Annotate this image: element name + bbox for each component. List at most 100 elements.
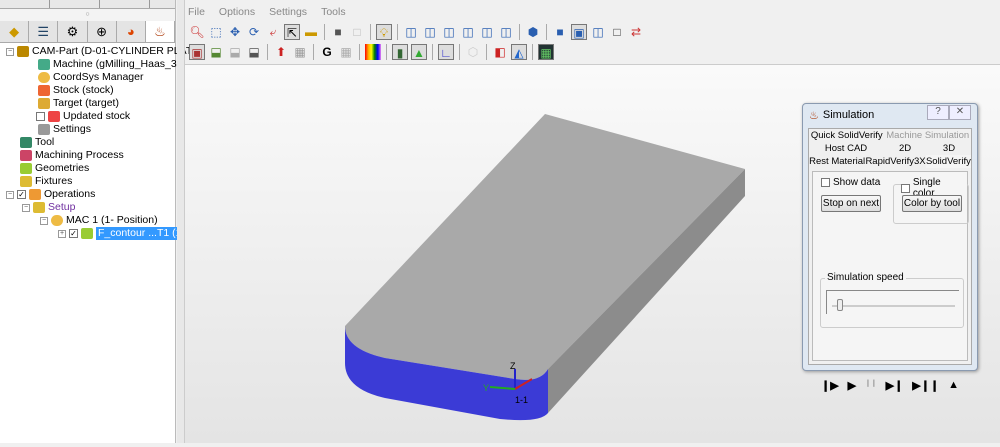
tab-tools-icon[interactable]: ⚙ — [58, 21, 88, 42]
slider-thumb[interactable] — [837, 299, 843, 311]
tab-machine-simulation[interactable]: Machine Simulation — [886, 129, 969, 142]
tree-item-machining-process[interactable]: Machining Process — [20, 149, 124, 162]
updated-stock-checkbox[interactable] — [36, 112, 45, 121]
tab-simulation-icon[interactable]: ♨ — [145, 21, 176, 42]
tree-item-coordsys[interactable]: CoordSys Manager — [38, 71, 143, 84]
zoom-icon[interactable]: 🔍︎ — [189, 24, 205, 40]
tree-item-updated-stock[interactable]: Updated stock — [36, 110, 130, 123]
zoom-window-icon[interactable]: ⬚ — [208, 24, 224, 40]
light-icon[interactable]: 💡︎ — [376, 24, 392, 40]
tab-2d[interactable]: 2D — [899, 142, 911, 155]
tree-item-geometries[interactable]: Geometries — [20, 162, 89, 175]
collapse-icon[interactable]: − — [22, 203, 30, 212]
holder-display-icon[interactable]: ▲ — [411, 44, 427, 60]
tab-host-cad[interactable]: Host CAD — [825, 142, 867, 155]
collapse-icon[interactable]: − — [40, 216, 48, 225]
red-green-icon[interactable]: ◧ — [492, 44, 508, 60]
axis-display-icon[interactable]: ∟ — [438, 44, 454, 60]
tree-item-mac[interactable]: − MAC 1 (1- Position) — [40, 214, 158, 227]
tab-solidverify[interactable]: SolidVerify — [925, 155, 971, 168]
tab-3d[interactable]: 3D — [943, 142, 955, 155]
render-shaded-edges-icon[interactable]: ▣ — [571, 24, 587, 40]
shaded-icon[interactable]: ■ — [330, 24, 346, 40]
pause-icon[interactable]: ❙❙ — [865, 379, 877, 392]
view-bottom-icon[interactable]: ◫ — [498, 24, 514, 40]
tab-cam-part-icon[interactable]: ◆ — [0, 21, 30, 42]
tree-item-tool[interactable]: Tool — [20, 136, 54, 149]
color-spectrum-icon[interactable] — [365, 44, 381, 60]
display-box-icon[interactable]: ▣ — [189, 44, 205, 60]
render-shaded-icon[interactable]: ■ — [552, 24, 568, 40]
tree-item-operation[interactable]: + ✓ F_contour ...T1 (1) — [58, 227, 187, 240]
menu-file[interactable]: File — [188, 6, 205, 22]
tree-item-setup[interactable]: − Setup — [22, 201, 75, 214]
next-operation-icon[interactable]: ▶❙ — [886, 379, 904, 392]
color-by-tool-button[interactable]: Color by tool — [902, 195, 962, 212]
panel-splitter[interactable] — [177, 0, 185, 443]
menu-tools[interactable]: Tools — [321, 6, 346, 22]
show-part-dim-icon[interactable]: ⬓ — [227, 44, 243, 60]
gcode-icon[interactable]: G — [319, 44, 335, 60]
top-tab[interactable] — [100, 0, 150, 8]
top-tab[interactable] — [0, 0, 50, 8]
play-icon[interactable]: ▶ — [848, 379, 856, 392]
speed-slider[interactable] — [826, 290, 959, 314]
stop-on-next-button[interactable]: Stop on next — [821, 195, 881, 212]
menu-settings[interactable]: Settings — [269, 6, 307, 22]
swap-icon[interactable]: ⇄ — [628, 24, 644, 40]
step-icon[interactable]: ❙▶ — [821, 379, 839, 392]
collapse-icon[interactable]: − — [6, 190, 14, 199]
help-button[interactable]: ? — [927, 105, 949, 120]
tab-rapidverify3x[interactable]: RapidVerify3X — [865, 155, 925, 168]
pan-icon[interactable]: ✥ — [227, 24, 243, 40]
panel-grip[interactable]: ○ — [0, 9, 175, 21]
tab-rest-material[interactable]: Rest Material — [809, 155, 865, 168]
checkbox-box[interactable] — [821, 178, 830, 187]
menu-options[interactable]: Options — [219, 6, 255, 22]
show-part-icon[interactable]: ⬓ — [208, 44, 224, 60]
tree-item-machine[interactable]: Machine (gMilling_Haas_3x) — [38, 58, 185, 71]
run-to-end-icon[interactable]: ▶❙❙ — [912, 379, 939, 392]
measure-icon[interactable]: ▬ — [303, 24, 319, 40]
grey-toggle-icon[interactable]: ▦ — [338, 44, 354, 60]
view-top-icon[interactable]: ◫ — [403, 24, 419, 40]
render-wire-icon[interactable]: ◫ — [590, 24, 606, 40]
render-hidden-icon[interactable]: □ — [609, 24, 625, 40]
tree-item-operations[interactable]: − ✓ Operations — [6, 188, 95, 201]
show-data-checkbox[interactable]: Show data — [821, 177, 880, 188]
tab-color-icon[interactable]: ◕ — [117, 21, 146, 42]
tree-item-cam-part[interactable]: − CAM-Part (D-01-CYLINDER PLATE) — [6, 45, 203, 58]
tree-item-target[interactable]: Target (target) — [38, 97, 119, 110]
disabled-icon[interactable]: ⬡ — [465, 44, 481, 60]
view-left-icon[interactable]: ◫ — [441, 24, 457, 40]
wireframe-icon[interactable]: □ — [349, 24, 365, 40]
tree-item-settings[interactable]: Settings — [38, 123, 91, 136]
tab-quick-solidverify[interactable]: Quick SolidVerify — [811, 129, 883, 142]
view-back-icon[interactable]: ◫ — [479, 24, 495, 40]
close-button[interactable]: ✕ — [949, 105, 971, 120]
tool-display-icon[interactable]: ▮ — [392, 44, 408, 60]
tab-list-icon[interactable]: ☰ — [29, 21, 59, 42]
operations-checkbox[interactable]: ✓ — [17, 190, 26, 199]
rotate-icon[interactable]: ⟳ — [246, 24, 262, 40]
machining-process-icon — [20, 150, 32, 161]
view-front-icon[interactable]: ◫ — [422, 24, 438, 40]
dark-panel-icon[interactable]: ▦ — [538, 44, 554, 60]
view-right-icon[interactable]: ◫ — [460, 24, 476, 40]
grey-part-icon[interactable]: ▦ — [292, 44, 308, 60]
collapse-icon[interactable]: − — [6, 47, 14, 56]
checkbox-box[interactable] — [901, 183, 910, 193]
select-icon[interactable]: ⇱ — [284, 24, 300, 40]
machine-sim-icon[interactable]: ◭ — [511, 44, 527, 60]
tree-item-fixtures[interactable]: Fixtures — [20, 175, 72, 188]
expand-icon[interactable]: + — [58, 229, 66, 238]
tree-item-stock[interactable]: Stock (stock) — [38, 84, 114, 97]
operation-checkbox[interactable]: ✓ — [69, 229, 78, 238]
red-part-icon[interactable]: ⬆ — [273, 44, 289, 60]
tab-crosshair-icon[interactable]: ⊕ — [88, 21, 117, 42]
iso-view-icon[interactable]: ⬢ — [525, 24, 541, 40]
top-tab[interactable] — [50, 0, 100, 8]
zoom-previous-icon[interactable]: ⤶ — [265, 24, 281, 40]
eject-icon[interactable]: ▲ — [948, 379, 959, 392]
show-stock-icon[interactable]: ⬓ — [246, 44, 262, 60]
